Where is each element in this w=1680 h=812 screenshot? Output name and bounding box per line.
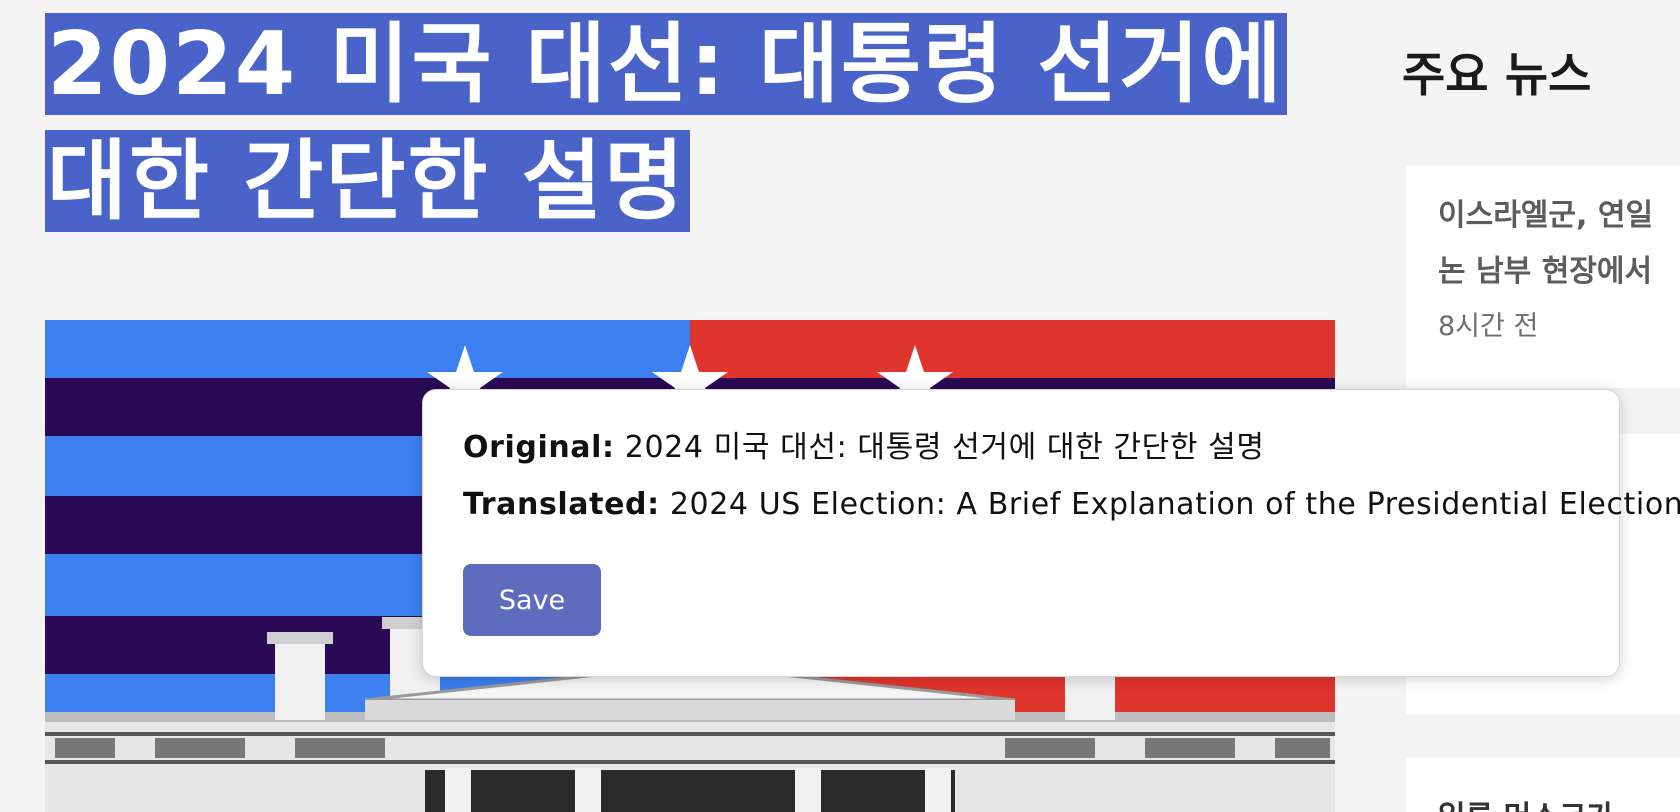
translation-popup: Original: 2024 미국 대선: 대통령 선거에 대한 간단한 설명 … [422,389,1680,677]
news-card-title[interactable]: 이스라엘군, 연일 논 남부 현장에서 [1406,166,1680,300]
news-card-time: 8시간 전 [1438,311,1539,342]
translated-label: Translated: [463,487,660,522]
article-headline[interactable]: 2024 미국 대선: 대통령 선거에 대한 간단한 설명 [45,6,1335,240]
original-text: 2024 미국 대선: 대통령 선거에 대한 간단한 설명 [624,430,1265,465]
original-label: Original: [463,430,615,465]
translated-row: Translated: 2024 US Election: A Brief Ex… [463,485,1680,525]
headline-line-2[interactable]: 대한 간단한 설명 [45,130,690,232]
news-card-title-line: 논 남부 현장에서 [1438,254,1653,289]
save-button[interactable]: Save [463,564,601,636]
news-card[interactable]: 이스라엘군, 연일 논 남부 현장에서 8시간 전 [1406,166,1680,388]
news-card-title-line: 이스라엘군, 연일 [1438,198,1654,233]
headline-line-1[interactable]: 2024 미국 대선: 대통령 선거에 [45,13,1288,115]
page: 2024 미국 대선: 대통령 선거에 대한 간단한 설명 주요 뉴스 이스라엘… [0,0,1680,812]
original-row: Original: 2024 미국 대선: 대통령 선거에 대한 간단한 설명 [463,428,1579,468]
news-card[interactable]: 일론 머스크가 ... [1406,758,1680,812]
news-card-title[interactable]: 일론 머스크가 ... [1406,758,1680,812]
translated-text: 2024 US Election: A Brief Explanation of… [669,487,1680,522]
sidebar-title: 주요 뉴스 [1402,48,1592,103]
